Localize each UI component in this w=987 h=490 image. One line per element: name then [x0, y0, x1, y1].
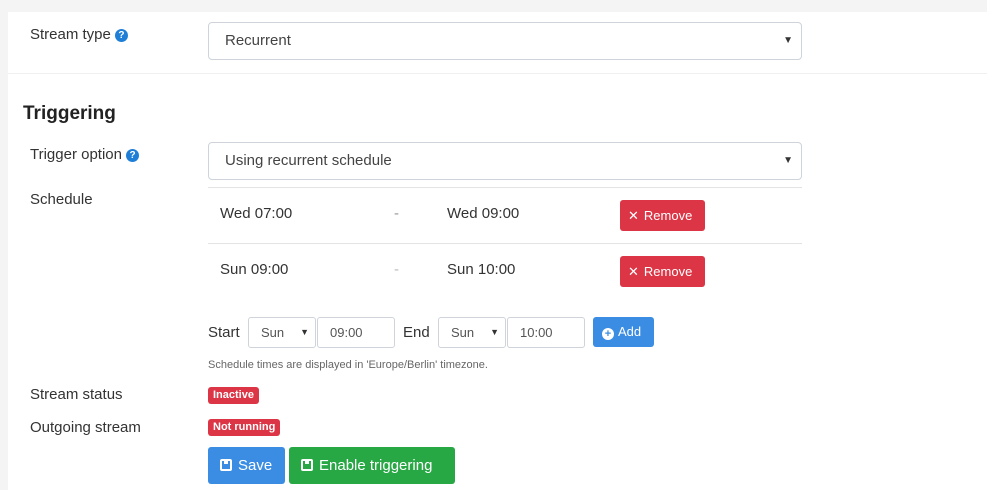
- outgoing-stream-label: Outgoing stream: [30, 419, 141, 436]
- floppy-disk-icon: [220, 459, 232, 471]
- remove-button[interactable]: ✕ Remove: [620, 256, 705, 287]
- close-icon: ✕: [628, 208, 639, 223]
- status-badge: Inactive: [208, 387, 259, 404]
- start-day-select[interactable]: Sun ▼: [248, 317, 316, 348]
- caret-down-icon: ▼: [783, 155, 793, 166]
- outgoing-status-badge: Not running: [208, 419, 281, 436]
- trigger-option-label: Trigger option?: [30, 146, 139, 163]
- trigger-option-value: Using recurrent schedule: [225, 152, 392, 169]
- schedule-row: Wed 07:00 - Wed 09:00 ✕ Remove: [208, 187, 802, 243]
- add-button[interactable]: + Add: [593, 317, 654, 347]
- help-icon[interactable]: ?: [126, 149, 139, 162]
- floppy-disk-icon: [301, 459, 313, 471]
- schedule-row: Sun 09:00 - Sun 10:00 ✕ Remove: [208, 243, 802, 299]
- timezone-note: Schedule times are displayed in 'Europe/…: [208, 359, 488, 371]
- stream-type-value: Recurrent: [225, 32, 291, 49]
- end-time-input[interactable]: 10:00: [507, 317, 585, 348]
- caret-down-icon: ▼: [490, 327, 499, 337]
- end-day-select[interactable]: Sun ▼: [438, 317, 506, 348]
- schedule-separator: -: [394, 205, 399, 222]
- schedule-start: Wed 07:00: [220, 205, 293, 222]
- schedule-start: Sun 09:00: [220, 261, 289, 278]
- schedule-end: Sun 10:00: [447, 261, 516, 278]
- plus-circle-icon: +: [602, 328, 614, 340]
- start-label: Start: [208, 324, 240, 341]
- stream-type-label: Stream type?: [30, 26, 128, 43]
- end-label: End: [403, 324, 430, 341]
- schedule-end: Wed 09:00: [447, 205, 520, 222]
- stream-status-label: Stream status: [30, 386, 123, 403]
- stream-type-select[interactable]: Recurrent ▼: [208, 22, 802, 60]
- trigger-option-select[interactable]: Using recurrent schedule ▼: [208, 142, 802, 180]
- schedule-separator: -: [394, 261, 399, 278]
- section-title-triggering: Triggering: [23, 103, 116, 124]
- help-icon[interactable]: ?: [114, 29, 128, 42]
- start-time-input[interactable]: 09:00: [317, 317, 395, 348]
- close-icon: ✕: [628, 264, 639, 279]
- caret-down-icon: ▼: [783, 35, 793, 46]
- schedule-label: Schedule: [30, 191, 93, 208]
- save-button[interactable]: Save: [208, 447, 285, 484]
- caret-down-icon: ▼: [300, 327, 309, 337]
- remove-button[interactable]: ✕ Remove: [620, 200, 705, 231]
- enable-triggering-button[interactable]: Enable triggering: [289, 447, 455, 484]
